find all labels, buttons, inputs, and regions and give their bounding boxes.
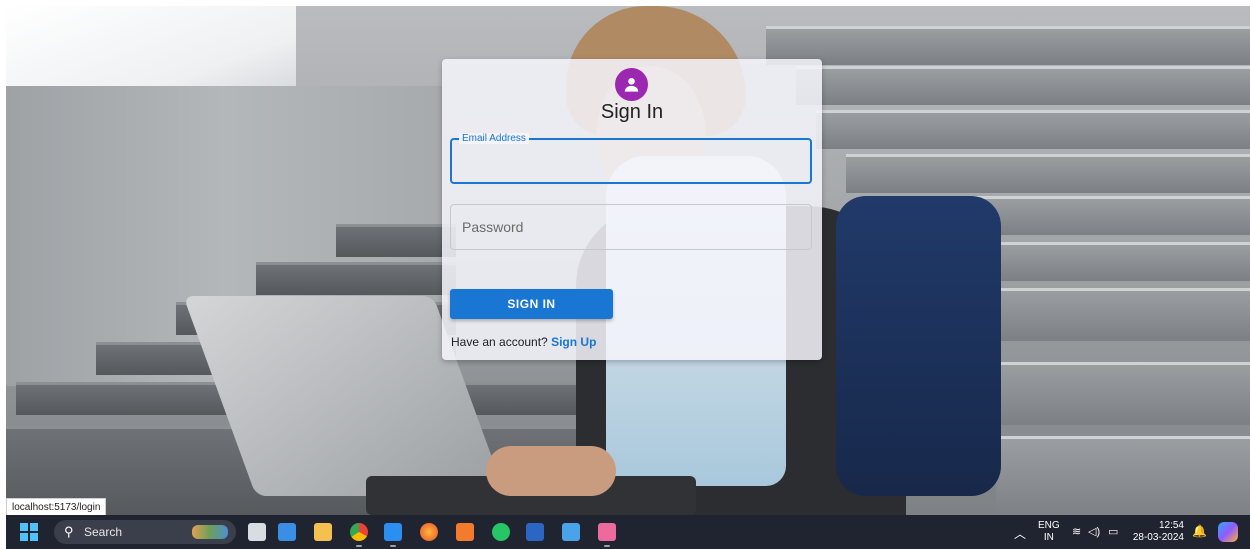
speaker-icon[interactable]: ◁) [1088,525,1100,538]
taskbar-search[interactable]: ⚲ Search [54,520,236,544]
running-indicator [390,545,396,547]
stair-step [796,66,1250,105]
stair-step [766,26,1250,65]
account-prompt: Have an account? Sign Up [451,335,596,349]
account-prompt-text: Have an account? [451,335,548,349]
person-icon [624,78,639,92]
battery-icon[interactable]: ▭ [1108,525,1118,538]
stair-step [816,110,1250,149]
user-avatar-icon [615,68,648,101]
email-label: Email Address [459,133,529,144]
page-title: Sign In [600,101,664,123]
copilot-icon[interactable] [1218,522,1238,542]
task-view-icon[interactable] [248,523,266,541]
stair-step [846,154,1250,193]
wifi-icon[interactable]: ≋ [1072,525,1081,538]
word-icon[interactable] [526,523,544,541]
backpack [836,196,1001,496]
clock-date: 28-03-2024 [1132,532,1184,543]
widgets-icon[interactable] [278,523,296,541]
search-icon: ⚲ [64,524,74,539]
xampp-icon[interactable] [456,523,474,541]
sign-in-card: Sign In Email Address Password SIGN IN H… [442,59,822,360]
stair-step [981,288,1250,341]
email-field[interactable] [450,138,812,184]
snipping-tool-icon[interactable] [598,523,616,541]
chrome-icon[interactable] [350,523,368,541]
chevron-up-icon[interactable]: ︿ [1014,525,1026,542]
person-hand [486,446,616,496]
clock-time: 12:54 [1158,520,1184,531]
sign-up-link[interactable]: Sign Up [551,335,596,349]
notepad-icon[interactable] [562,523,580,541]
running-indicator [604,545,610,547]
firefox-icon[interactable] [420,523,438,541]
stair-step [256,262,456,295]
start-button[interactable] [20,523,38,541]
sign-in-button[interactable]: SIGN IN [450,289,613,319]
clock[interactable]: 12:54 28-03-2024 [1132,520,1184,544]
notification-bell-icon[interactable]: 🔔 [1192,524,1207,538]
taskbar: ⚲ Search ︿ ENG IN ≋ ◁) ▭ 12:54 28-03-202… [6,515,1250,549]
language-indicator[interactable]: ENG IN [1038,520,1060,544]
language-label: ENG [1038,520,1060,531]
password-placeholder: Password [462,219,524,235]
stair-step [991,362,1250,425]
running-indicator [356,545,362,547]
stair-step [996,436,1250,515]
whatsapp-icon[interactable] [492,523,510,541]
folder-icon[interactable] [314,523,332,541]
search-highlight-icon [192,525,228,539]
stair-step [336,224,456,257]
region-label: IN [1043,532,1054,543]
taskbar-search-label: Search [84,525,123,539]
vscode-icon[interactable] [384,523,402,541]
